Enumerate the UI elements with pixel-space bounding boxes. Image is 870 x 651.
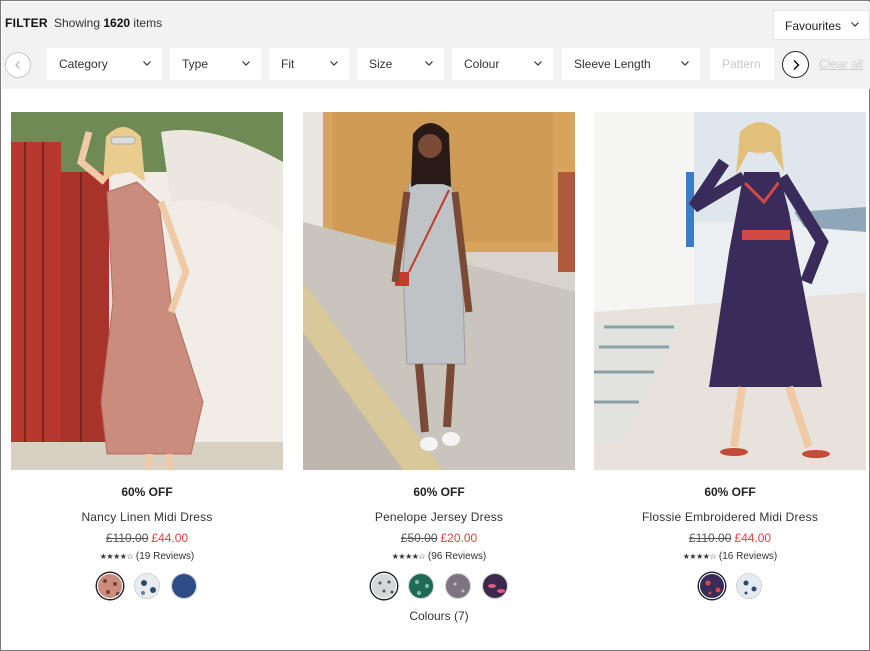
product-name[interactable]: Nancy Linen Midi Dress — [11, 510, 283, 525]
filter-chip-sleeve-length[interactable]: Sleeve Length — [562, 48, 700, 80]
product-image[interactable] — [303, 112, 575, 470]
filter-bar: FILTER Showing 1620 items Favourites Cat… — [2, 2, 870, 89]
product-name[interactable]: Flossie Embroidered Midi Dress — [594, 510, 866, 525]
product-rating[interactable]: ★★★★☆ (96 Reviews) — [303, 551, 575, 564]
sale-price: £20.00 — [440, 531, 478, 545]
product-card[interactable]: 60% OFF Nancy Linen Midi Dress £110.00 £4… — [11, 112, 283, 599]
colour-swatch[interactable] — [444, 573, 471, 599]
product-price: £50.00 £20.00 — [303, 531, 575, 546]
original-price: £110.00 — [105, 531, 149, 545]
review-count: (16 Reviews) — [718, 551, 778, 562]
chevron-down-icon — [143, 61, 151, 66]
chevron-down-icon — [242, 61, 250, 66]
filter-chip-pattern[interactable]: Pattern — [710, 48, 774, 80]
chevron-down-icon — [851, 22, 859, 27]
product-name[interactable]: Penelope Jersey Dress — [303, 510, 575, 525]
item-count-value: 1620 — [103, 16, 131, 30]
chevron-down-icon — [330, 61, 338, 66]
filter-chip-size[interactable]: Size — [357, 48, 444, 80]
item-count: Showing 1620 items — [54, 16, 163, 30]
discount-label: 60% OFF — [121, 485, 173, 499]
product-price: £110.00 £44.00 — [594, 531, 866, 546]
colour-swatch[interactable] — [171, 573, 197, 599]
colour-swatch[interactable] — [698, 573, 725, 599]
original-price: £50.00 — [400, 531, 438, 545]
chevron-down-icon — [425, 61, 433, 66]
filter-chip-colour[interactable]: Colour — [452, 48, 553, 80]
sale-price: £44.00 — [734, 531, 772, 545]
product-price: £110.00 £44.00 — [11, 531, 283, 546]
filter-chip-category[interactable]: Category — [47, 48, 162, 80]
discount-label: 60% OFF — [413, 485, 465, 499]
chevron-down-icon — [534, 61, 542, 66]
sale-price: £44.00 — [151, 531, 189, 545]
product-card[interactable]: 60% OFF Penelope Jersey Dress £50.00 £20.… — [303, 112, 575, 623]
product-image[interactable] — [594, 112, 866, 470]
chevron-down-icon — [681, 61, 689, 66]
colour-swatch[interactable] — [97, 573, 123, 599]
sort-dropdown[interactable]: Favourites — [773, 10, 870, 40]
filter-chip-fit[interactable]: Fit — [269, 48, 349, 80]
product-rating[interactable]: ★★★★☆ (16 Reviews) — [594, 551, 866, 564]
sort-dropdown-value: Favourites — [785, 19, 842, 33]
more-colours-link[interactable]: Colours (7) — [303, 609, 575, 623]
page-frame: FILTER Showing 1620 items Favourites Cat… — [0, 0, 870, 651]
clear-all-link[interactable]: Clear all — [819, 57, 863, 71]
star-rating-icon: ★★★★☆ — [99, 552, 134, 561]
colour-swatches — [303, 573, 575, 599]
original-price: £110.00 — [688, 531, 732, 545]
chevron-left-icon — [15, 61, 20, 69]
chevron-right-icon — [792, 59, 800, 70]
colour-swatch[interactable] — [735, 573, 762, 599]
product-rating[interactable]: ★★★★☆ (19 Reviews) — [11, 551, 283, 564]
review-count: (19 Reviews) — [135, 551, 195, 562]
filter-chip-type[interactable]: Type — [170, 48, 261, 80]
colour-swatch[interactable] — [481, 573, 508, 599]
filter-label: FILTER — [5, 16, 48, 30]
colour-swatches — [594, 573, 866, 599]
discount-label: 60% OFF — [704, 485, 756, 499]
colour-swatches — [11, 573, 283, 599]
product-image[interactable] — [11, 112, 283, 470]
review-count: (96 Reviews) — [427, 551, 487, 562]
star-rating-icon: ★★★★☆ — [682, 552, 717, 561]
colour-swatch[interactable] — [134, 573, 160, 599]
scroll-left-button[interactable] — [5, 52, 31, 78]
star-rating-icon: ★★★★☆ — [391, 552, 426, 561]
colour-swatch[interactable] — [407, 573, 434, 599]
product-card[interactable]: 60% OFF Flossie Embroidered Midi Dress £… — [594, 112, 866, 599]
scroll-right-button[interactable] — [782, 51, 809, 78]
colour-swatch[interactable] — [370, 573, 397, 599]
